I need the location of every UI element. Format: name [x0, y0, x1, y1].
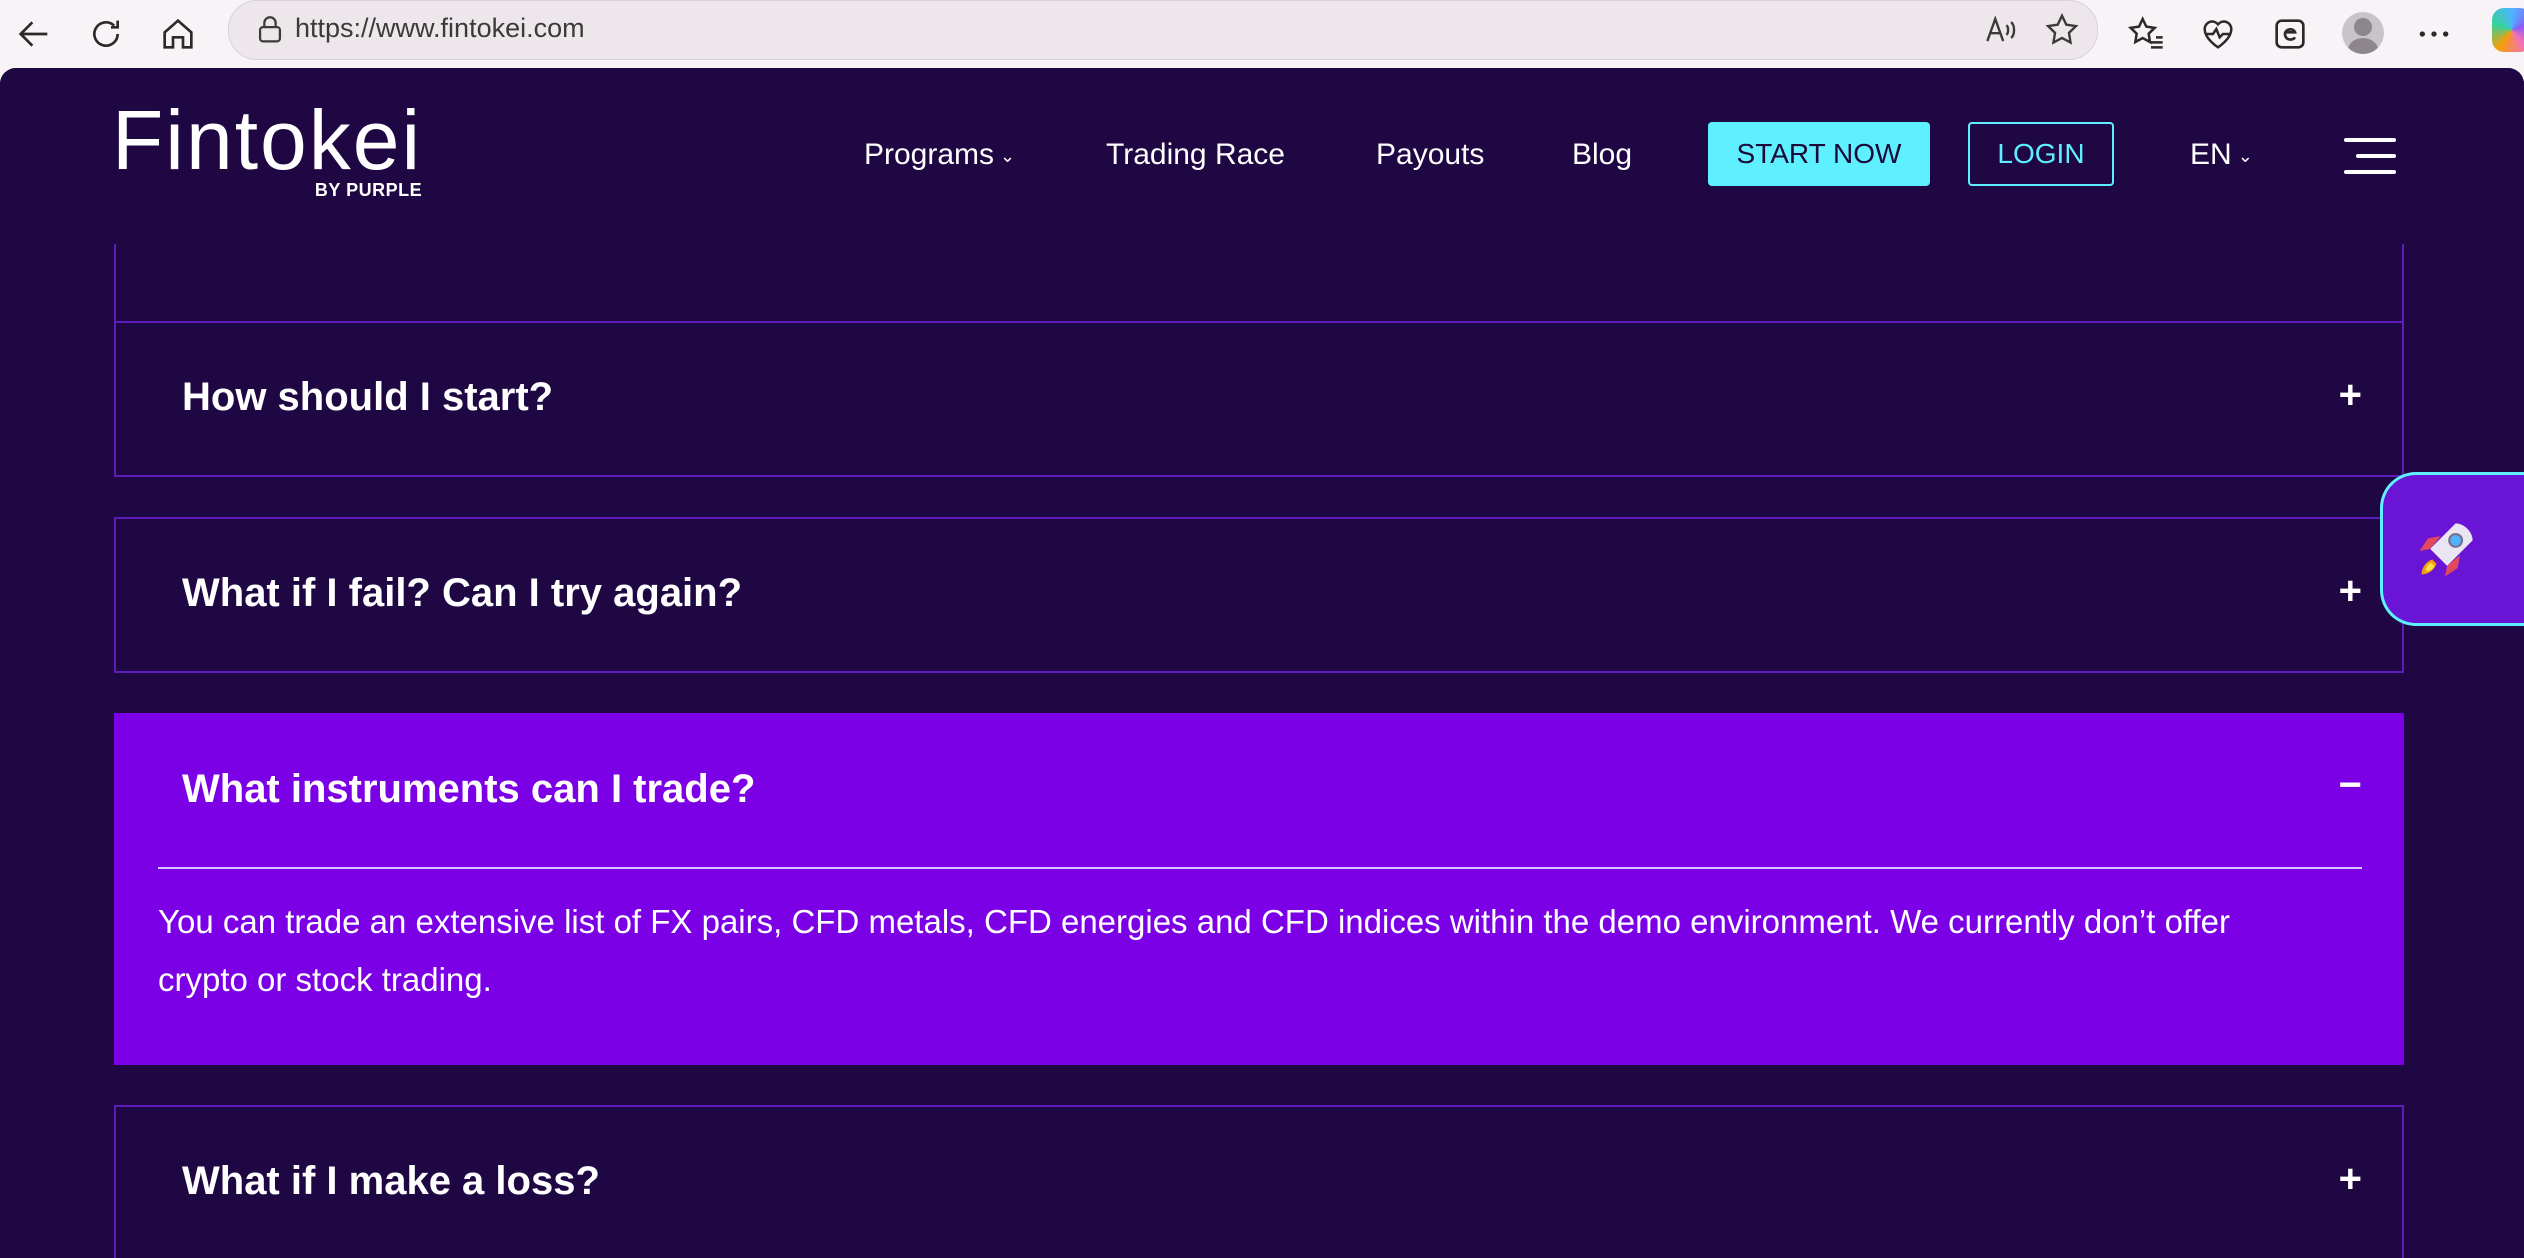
copilot-icon[interactable] [2492, 8, 2524, 52]
rocket-launch-tab[interactable] [2380, 472, 2524, 626]
lock-icon[interactable] [253, 13, 287, 47]
start-now-button[interactable]: START NOW [1708, 122, 1930, 186]
logo-text: Fintokei [112, 93, 423, 187]
faq-item[interactable]: What if I make a loss? + [114, 1105, 2404, 1258]
expand-plus-icon[interactable]: + [2339, 569, 2362, 614]
nav-trading-race[interactable]: Trading Race [1106, 138, 1285, 172]
page: Fintokei BY PURPLE Programs ⌄ Trading Rac… [0, 68, 2524, 1258]
faq-question[interactable]: What if I make a loss? [182, 1159, 600, 1204]
edge-icon[interactable] [2262, 6, 2318, 62]
language-selector[interactable]: EN ⌄ [2190, 138, 2253, 172]
faq-item-open[interactable]: What instruments can I trade? − You can … [114, 713, 2404, 1065]
faq-question[interactable]: What if I fail? Can I try again? [182, 571, 742, 616]
faq-question[interactable]: How should I start? [182, 375, 553, 420]
url-text[interactable]: https://www.fintokei.com [295, 13, 585, 44]
more-icon[interactable] [2406, 6, 2462, 62]
site-header: Fintokei BY PURPLE Programs ⌄ Trading Rac… [0, 68, 2524, 244]
rocket-icon [2419, 523, 2473, 577]
address-bar[interactable]: https://www.fintokei.com [228, 0, 2098, 60]
nav-programs[interactable]: Programs ⌄ [864, 138, 1015, 172]
refresh-icon[interactable] [78, 6, 134, 62]
language-label: EN [2190, 138, 2232, 171]
faq-divider [158, 867, 2362, 869]
chevron-down-icon: ⌄ [1000, 145, 1016, 166]
login-button[interactable]: LOGIN [1968, 122, 2114, 186]
hamburger-menu-icon[interactable] [2344, 134, 2396, 178]
expand-plus-icon[interactable]: + [2339, 1157, 2362, 1202]
favorites-icon[interactable] [2118, 6, 2174, 62]
faq-item[interactable]: What if I fail? Can I try again? + [114, 517, 2404, 673]
faq-item[interactable]: How should I start? + [114, 321, 2404, 477]
faq-question[interactable]: What instruments can I trade? [182, 767, 755, 812]
chevron-down-icon: ⌄ [2237, 145, 2253, 166]
collapse-minus-icon[interactable]: − [2339, 763, 2362, 808]
expand-plus-icon[interactable]: + [2339, 373, 2362, 418]
browser-toolbar: https://www.fintokei.com [0, 0, 2524, 68]
nav-blog[interactable]: Blog [1572, 138, 1632, 172]
read-aloud-icon[interactable] [1981, 11, 2019, 49]
back-arrow-icon[interactable] [6, 6, 62, 62]
logo-subtitle: BY PURPLE [314, 180, 423, 200]
logo[interactable]: Fintokei BY PURPLE [112, 93, 423, 200]
nav-programs-label: Programs [864, 138, 995, 171]
star-icon[interactable] [2043, 11, 2081, 49]
heartbeat-icon[interactable] [2190, 6, 2246, 62]
faq-answer: You can trade an extensive list of FX pa… [158, 903, 2231, 998]
home-icon[interactable] [150, 6, 206, 62]
nav-payouts[interactable]: Payouts [1376, 138, 1484, 172]
profile-icon[interactable] [2342, 12, 2384, 54]
